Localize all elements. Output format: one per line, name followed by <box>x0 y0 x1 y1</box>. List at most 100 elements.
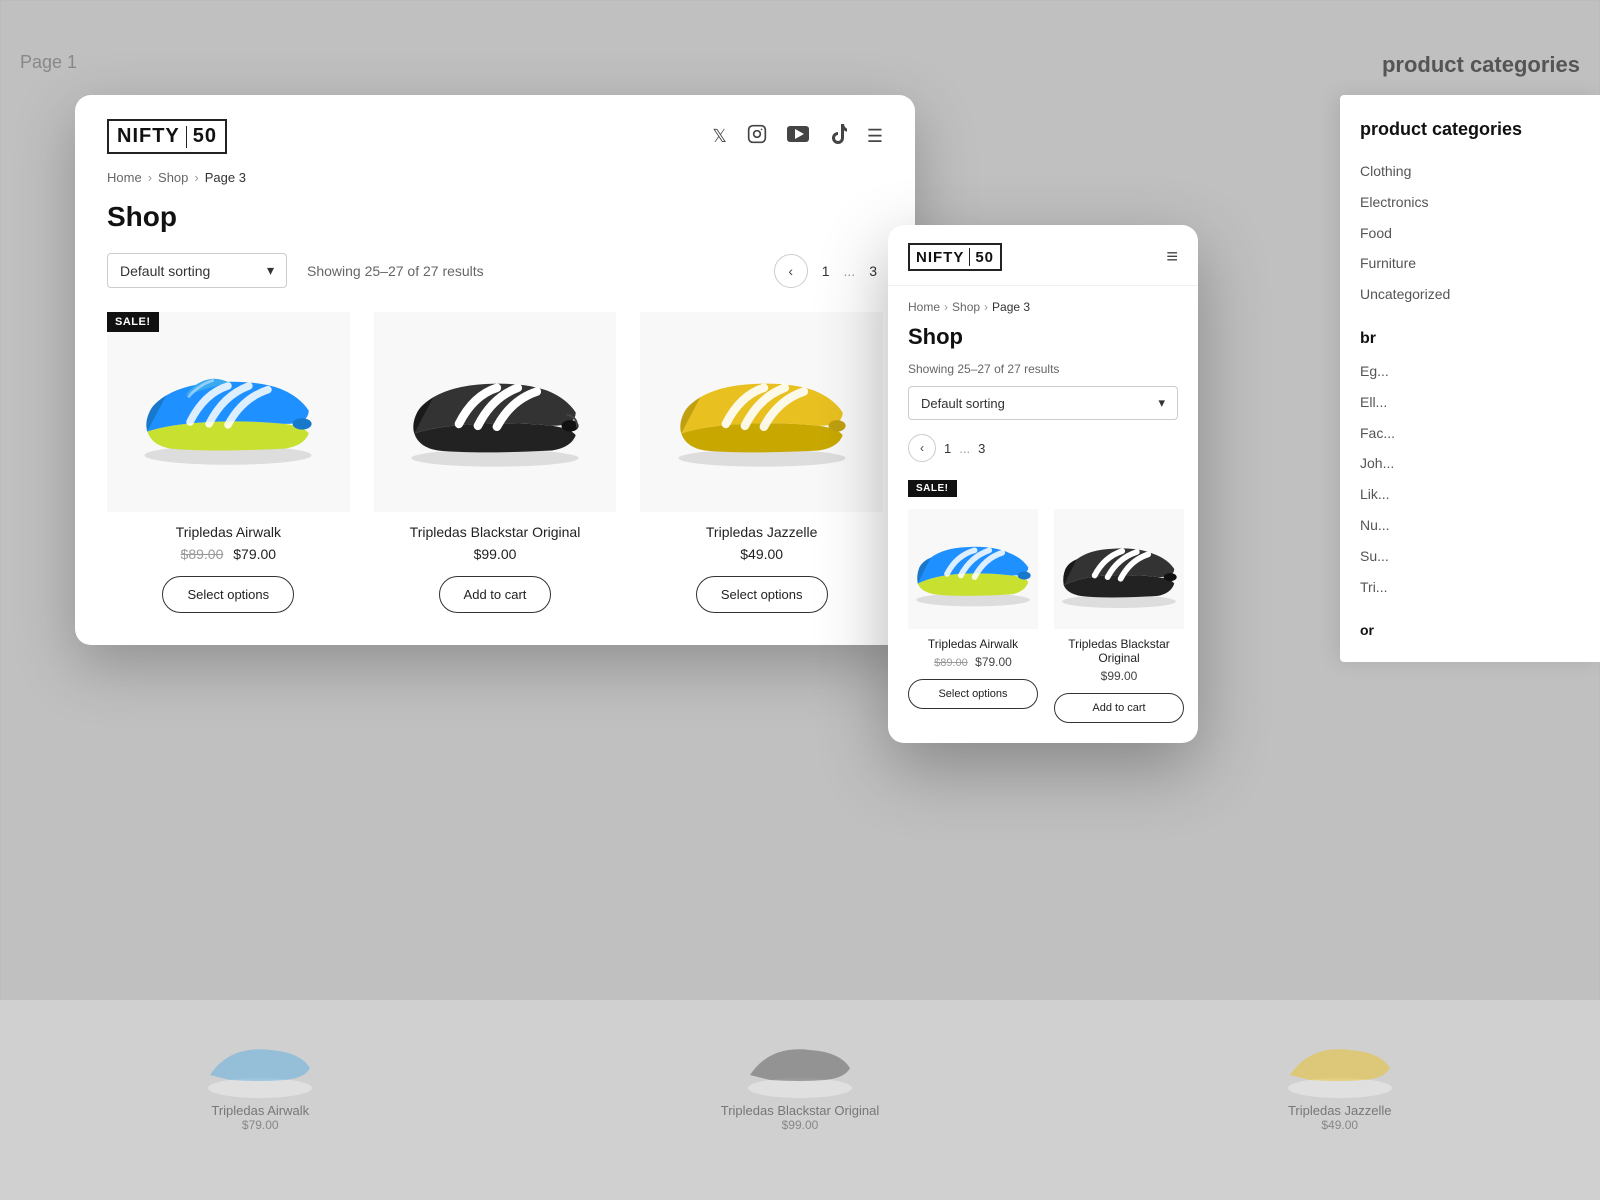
mobile-products-grid: Tripledas Airwalk $89.00 $79.00 Select o… <box>908 509 1178 723</box>
bg-top-left-text: Page 1 <box>20 52 77 73</box>
sale-badge-airwalk: SALE! <box>107 312 159 332</box>
logo-part2: 50 <box>193 125 217 148</box>
results-text: Showing 25–27 of 27 results <box>307 263 484 279</box>
brands-heading: br <box>1360 330 1580 348</box>
bg-product-3: Tripledas Jazzelle $49.00 <box>1280 1030 1400 1132</box>
bg-bottom-bar: Tripledas Airwalk $79.00 Tripledas Black… <box>0 1000 1600 1200</box>
mobile-menu-icon[interactable]: ≡ <box>1166 246 1178 269</box>
sidebar-item-food[interactable]: Food <box>1360 218 1580 249</box>
mobile-product-name-airwalk: Tripledas Airwalk <box>928 637 1018 651</box>
mobile-header: NIFTY 50 ≡ <box>888 225 1198 286</box>
mobile-page-title: Shop <box>908 324 1178 350</box>
desktop-logo[interactable]: NIFTY 50 <box>107 119 227 154</box>
brand-eli[interactable]: Ell... <box>1360 387 1580 418</box>
brand-joh[interactable]: Joh... <box>1360 448 1580 479</box>
price-original-airwalk: $89.00 <box>181 546 224 562</box>
sidebar-item-clothing[interactable]: Clothing <box>1360 156 1580 187</box>
product-image-blackstar <box>374 312 617 512</box>
mobile-logo[interactable]: NIFTY 50 <box>908 243 1002 271</box>
mobile-sort-select[interactable]: Default sorting ▾ <box>908 386 1178 420</box>
page-3-button[interactable]: 3 <box>863 259 883 283</box>
mobile-product-price-blackstar: $99.00 <box>1101 669 1138 683</box>
product-name-jazzelle: Tripledas Jazzelle <box>706 524 818 540</box>
mobile-results: Showing 25–27 of 27 results <box>908 362 1178 376</box>
mobile-price-original-airwalk: $89.00 <box>934 657 968 669</box>
menu-icon[interactable]: ☰ <box>867 126 883 147</box>
twitter-icon[interactable]: 𝕏 <box>712 126 727 147</box>
brands-list: Eg... Ell... Fac... Joh... Lik... Nu... … <box>1360 356 1580 602</box>
price-current-airwalk: $79.00 <box>233 546 276 562</box>
mobile-page-3-button[interactable]: 3 <box>978 441 985 456</box>
mobile-breadcrumb-sep1: › <box>944 300 948 314</box>
products-grid: SALE! <box>107 312 883 613</box>
mobile-page-1-button[interactable]: 1 <box>944 441 951 456</box>
mobile-breadcrumb: Home › Shop › Page 3 <box>908 300 1178 314</box>
mobile-sale-badge: SALE! <box>908 480 957 497</box>
add-to-cart-button-blackstar[interactable]: Add to cart <box>439 576 552 613</box>
page-dots: ... <box>844 263 856 279</box>
mobile-add-to-cart-button-blackstar[interactable]: Add to cart <box>1054 693 1184 723</box>
sort-select[interactable]: Default sorting ▾ <box>107 253 287 288</box>
breadcrumb: Home › Shop › Page 3 <box>107 170 883 185</box>
brand-lik[interactable]: Lik... <box>1360 479 1580 510</box>
mobile-pagination: ‹ 1 ... 3 <box>908 434 1178 462</box>
mobile-modal: NIFTY 50 ≡ Home › Shop › Page 3 Shop Sho… <box>888 225 1198 743</box>
mobile-select-options-button-airwalk[interactable]: Select options <box>908 679 1038 709</box>
product-card-jazzelle: Tripledas Jazzelle $49.00 Select options <box>640 312 883 613</box>
sidebar-title: product categories <box>1360 119 1580 140</box>
mobile-prev-icon: ‹ <box>920 441 924 455</box>
logo-divider <box>186 126 187 148</box>
sidebar-item-uncategorized[interactable]: Uncategorized <box>1360 279 1580 310</box>
brand-su[interactable]: Su... <box>1360 541 1580 572</box>
mobile-product-image-airwalk <box>908 509 1038 629</box>
breadcrumb-sep1: › <box>148 170 152 185</box>
brand-tri[interactable]: Tri... <box>1360 572 1580 603</box>
breadcrumb-shop[interactable]: Shop <box>158 170 188 185</box>
tiktok-icon[interactable] <box>829 124 847 149</box>
product-price-blackstar: $99.00 <box>474 546 517 562</box>
select-options-button-airwalk[interactable]: Select options <box>162 576 294 613</box>
pagination: ‹ 1 ... 3 <box>774 254 883 288</box>
mobile-breadcrumb-sep2: › <box>984 300 988 314</box>
product-card-airwalk: SALE! <box>107 312 350 613</box>
desktop-modal-body: Home › Shop › Page 3 Shop Default sortin… <box>75 170 915 645</box>
mobile-breadcrumb-page3: Page 3 <box>992 300 1030 314</box>
breadcrumb-home[interactable]: Home <box>107 170 142 185</box>
product-price-airwalk: $89.00 $79.00 <box>181 546 277 562</box>
brand-eg[interactable]: Eg... <box>1360 356 1580 387</box>
mobile-price-current-blackstar: $99.00 <box>1101 669 1138 683</box>
mobile-prev-page-button[interactable]: ‹ <box>908 434 936 462</box>
breadcrumb-sep2: › <box>194 170 198 185</box>
select-options-button-jazzelle[interactable]: Select options <box>696 576 828 613</box>
toolbar: Default sorting ▾ Showing 25–27 of 27 re… <box>107 253 883 288</box>
mobile-product-name-blackstar: Tripledas Blackstar Original <box>1054 637 1184 665</box>
bg-top-right-text: product categories <box>1382 52 1580 78</box>
mobile-body: Home › Shop › Page 3 Shop Showing 25–27 … <box>888 286 1198 743</box>
price-current-jazzelle: $49.00 <box>740 546 783 562</box>
sidebar-item-electronics[interactable]: Electronics <box>1360 187 1580 218</box>
breadcrumb-page3: Page 3 <box>205 170 246 185</box>
category-list: Clothing Electronics Food Furniture Unca… <box>1360 156 1580 310</box>
product-price-jazzelle: $49.00 <box>740 546 783 562</box>
youtube-icon[interactable] <box>787 126 809 147</box>
product-image-airwalk <box>107 312 350 512</box>
mobile-sort-chevron-icon: ▾ <box>1158 395 1165 411</box>
or-label: or <box>1360 622 1580 638</box>
product-image-jazzelle <box>640 312 883 512</box>
sidebar-item-furniture[interactable]: Furniture <box>1360 248 1580 279</box>
header-icons-group: 𝕏 ☰ <box>712 124 883 149</box>
mobile-logo-divider <box>969 248 970 266</box>
instagram-icon[interactable] <box>747 124 767 149</box>
page-1-button[interactable]: 1 <box>816 259 836 283</box>
prev-page-button[interactable]: ‹ <box>774 254 808 288</box>
sidebar-panel: product categories Clothing Electronics … <box>1340 95 1600 662</box>
mobile-page-dots: ... <box>959 441 970 456</box>
mobile-breadcrumb-shop[interactable]: Shop <box>952 300 980 314</box>
mobile-breadcrumb-home[interactable]: Home <box>908 300 940 314</box>
brand-fac[interactable]: Fac... <box>1360 418 1580 449</box>
bg-product-2: Tripledas Blackstar Original $99.00 <box>721 1030 879 1132</box>
desktop-modal-header: NIFTY 50 𝕏 <box>75 95 915 170</box>
mobile-product-price-airwalk: $89.00 $79.00 <box>934 655 1012 669</box>
mobile-product-image-blackstar <box>1054 509 1184 629</box>
brand-nu[interactable]: Nu... <box>1360 510 1580 541</box>
